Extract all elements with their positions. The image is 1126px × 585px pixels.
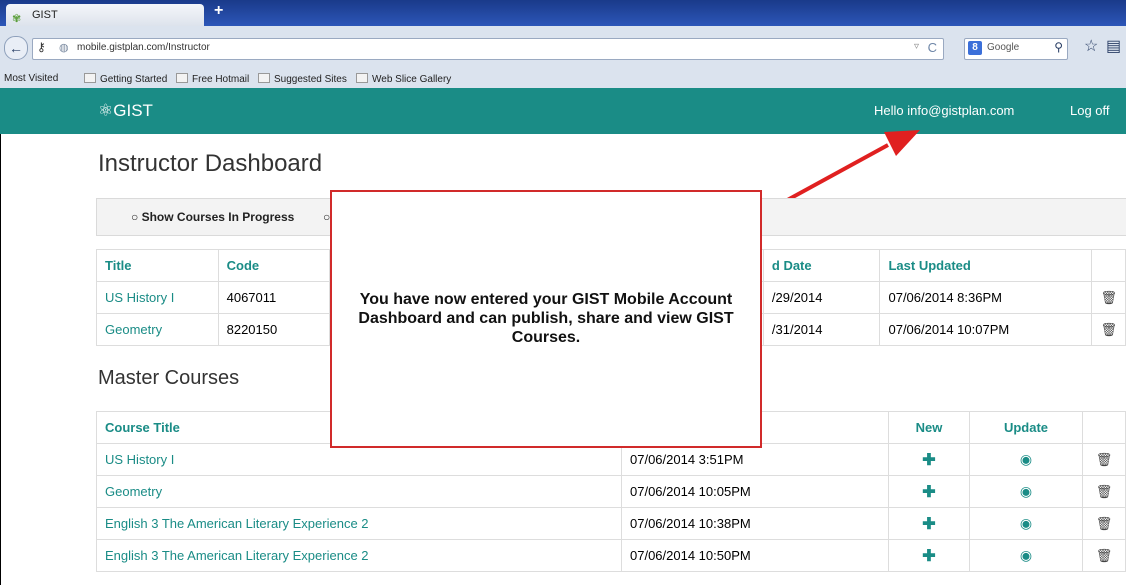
course-title-link[interactable]: Geometry bbox=[96, 313, 219, 346]
search-box[interactable]: 8 Google ⚲ bbox=[964, 38, 1068, 60]
trash-icon[interactable]: 🗑 bbox=[1091, 313, 1126, 346]
callout-box: You have now entered your GIST Mobile Ac… bbox=[330, 190, 762, 448]
gist-logo-icon: ⚛ bbox=[98, 101, 114, 120]
master-courses-heading: Master Courses bbox=[98, 367, 240, 389]
folder-icon bbox=[356, 73, 368, 83]
col-last-updated[interactable]: Last Updated bbox=[879, 249, 1093, 282]
key-icon: ⚷ bbox=[37, 40, 46, 54]
master-course-date: 07/06/2014 10:05PM bbox=[621, 475, 889, 508]
plus-icon[interactable]: ✚ bbox=[888, 475, 970, 508]
radio-show-courses-in-progress[interactable]: ○ Show Courses In Progress bbox=[131, 210, 294, 224]
bookmark-free-hotmail[interactable]: Free Hotmail bbox=[176, 73, 249, 85]
trash-icon[interactable]: 🗑 bbox=[1082, 443, 1126, 476]
browser-tab[interactable]: ✾ GIST bbox=[6, 4, 204, 26]
trash-icon[interactable]: 🗑 bbox=[1082, 475, 1126, 508]
google-icon: 8 bbox=[968, 41, 982, 55]
col-new: New bbox=[888, 411, 970, 444]
bookmark-star-icon[interactable]: ☆ bbox=[1084, 36, 1098, 56]
course-code: 4067011 bbox=[217, 281, 331, 314]
update-circle-icon[interactable]: ◉ bbox=[969, 507, 1083, 540]
course-end-date: /29/2014 bbox=[762, 281, 881, 314]
address-bar[interactable]: ⚷ ◍ mobile.gistplan.com/Instructor ▿ C bbox=[32, 38, 944, 60]
course-title-link[interactable]: US History I bbox=[96, 281, 219, 314]
table-row: English 3 The American Literary Experien… bbox=[96, 539, 1126, 572]
col-title[interactable]: Title bbox=[96, 249, 219, 282]
table-row: US History I 07/06/2014 3:51PM ✚ ◉ 🗑 bbox=[96, 443, 1126, 476]
callout-text: You have now entered your GIST Mobile Ac… bbox=[358, 291, 734, 346]
col-update: Update bbox=[969, 411, 1083, 444]
course-code: 8220150 bbox=[217, 313, 331, 346]
app-header: ⚛GIST Hello info@gistplan.com Log off bbox=[0, 88, 1126, 134]
dropdown-arrow-icon[interactable]: ▿ bbox=[914, 41, 919, 52]
col-end-date[interactable]: d Date bbox=[762, 249, 881, 282]
back-arrow-icon[interactable]: ← bbox=[4, 36, 28, 60]
master-course-link[interactable]: Geometry bbox=[96, 475, 622, 508]
update-circle-icon[interactable]: ◉ bbox=[969, 475, 1083, 508]
course-last-updated: 07/06/2014 8:36PM bbox=[879, 281, 1093, 314]
plus-icon[interactable]: ✚ bbox=[888, 507, 970, 540]
reload-icon[interactable]: C bbox=[928, 40, 937, 55]
trash-icon[interactable]: 🗑 bbox=[1082, 507, 1126, 540]
logoff-link[interactable]: Log off bbox=[1070, 103, 1110, 118]
trash-icon[interactable]: 🗑 bbox=[1082, 539, 1126, 572]
master-course-date: 07/06/2014 3:51PM bbox=[621, 443, 889, 476]
master-course-link[interactable]: English 3 The American Literary Experien… bbox=[96, 507, 622, 540]
bookmarks-menu-icon[interactable]: ▤ bbox=[1106, 36, 1121, 56]
update-circle-icon[interactable]: ◉ bbox=[969, 539, 1083, 572]
master-course-date: 07/06/2014 10:38PM bbox=[621, 507, 889, 540]
trash-icon[interactable]: 🗑 bbox=[1091, 281, 1126, 314]
master-course-link[interactable]: US History I bbox=[96, 443, 622, 476]
nav-bar: ← ⚷ ◍ mobile.gistplan.com/Instructor ▿ C… bbox=[0, 26, 1126, 70]
table-row: English 3 The American Literary Experien… bbox=[96, 507, 1126, 540]
bookmark-most-visited[interactable]: Most Visited bbox=[4, 73, 58, 84]
table-row: Geometry 07/06/2014 10:05PM ✚ ◉ 🗑 bbox=[96, 475, 1126, 508]
globe-icon: ◍ bbox=[59, 42, 69, 54]
bookmark-suggested-sites[interactable]: Suggested Sites bbox=[258, 73, 347, 85]
new-tab-button[interactable]: + bbox=[214, 2, 223, 20]
folder-icon bbox=[176, 73, 188, 83]
url-text: mobile.gistplan.com/Instructor bbox=[77, 42, 210, 53]
col-actions bbox=[1091, 249, 1126, 282]
search-icon[interactable]: ⚲ bbox=[1054, 40, 1063, 54]
gist-logo[interactable]: ⚛GIST bbox=[98, 101, 153, 121]
folder-icon bbox=[84, 73, 96, 83]
tab-title: GIST bbox=[32, 9, 58, 21]
course-end-date: /31/2014 bbox=[762, 313, 881, 346]
col-code[interactable]: Code bbox=[217, 249, 331, 282]
tab-bar: ✾ GIST + bbox=[0, 0, 1126, 26]
bookmarks-toolbar: Most Visited Getting Started Free Hotmai… bbox=[0, 70, 1126, 88]
plus-icon[interactable]: ✚ bbox=[888, 443, 970, 476]
page-title: Instructor Dashboard bbox=[98, 150, 323, 177]
folder-icon bbox=[258, 73, 270, 83]
browser-chrome: ✾ GIST + ← ⚷ ◍ mobile.gistplan.com/Instr… bbox=[0, 0, 1126, 88]
bookmark-getting-started[interactable]: Getting Started bbox=[84, 73, 167, 85]
course-last-updated: 07/06/2014 10:07PM bbox=[879, 313, 1093, 346]
hello-user-link[interactable]: Hello info@gistplan.com bbox=[874, 103, 1014, 118]
col-actions bbox=[1082, 411, 1126, 444]
master-course-link[interactable]: English 3 The American Literary Experien… bbox=[96, 539, 622, 572]
master-course-date: 07/06/2014 10:50PM bbox=[621, 539, 889, 572]
search-engine-label: Google bbox=[987, 42, 1020, 53]
plus-icon[interactable]: ✚ bbox=[888, 539, 970, 572]
bookmark-web-slice-gallery[interactable]: Web Slice Gallery bbox=[356, 73, 451, 85]
update-circle-icon[interactable]: ◉ bbox=[969, 443, 1083, 476]
